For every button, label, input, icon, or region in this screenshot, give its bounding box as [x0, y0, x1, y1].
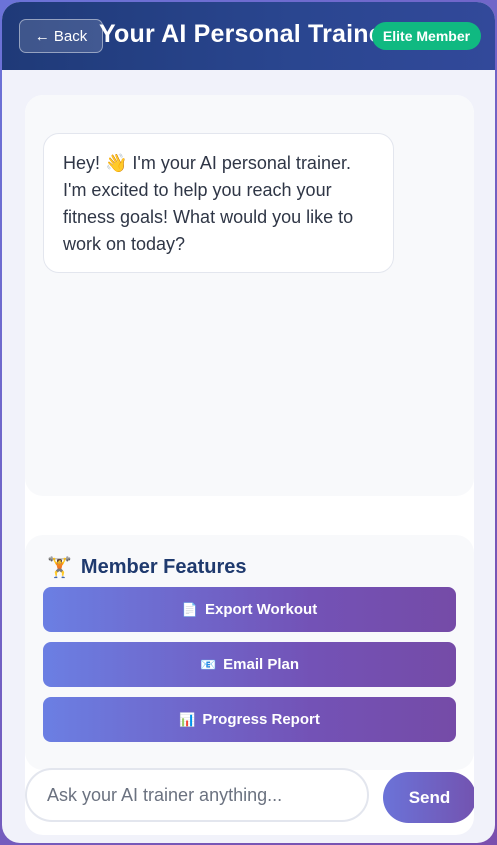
page-title: Your AI Personal Trainer [99, 20, 393, 48]
email-icon: 📧 [199, 656, 217, 672]
features-heading-label: Member Features [80, 556, 247, 578]
bar-chart-icon: 📊 [179, 711, 196, 727]
progress-report-label: Progress Report [202, 711, 320, 728]
app-frame: ← Back Your AI Personal Trainer Elite Me… [2, 2, 495, 843]
email-plan-label: Email Plan [223, 656, 300, 673]
membership-badge: Elite Member [372, 22, 481, 50]
document-icon: 📄 [181, 601, 198, 617]
email-plan-button[interactable]: 📧 Email Plan [43, 642, 456, 687]
back-button[interactable]: ← Back [19, 19, 103, 53]
member-features-panel: 🏋️ Member Features 📄 Export Workout 📧 Em… [25, 535, 474, 770]
progress-report-button[interactable]: 📊 Progress Report [43, 697, 456, 742]
send-button[interactable]: Send [383, 772, 474, 823]
weightlifter-icon: 🏋️ [47, 557, 72, 579]
chat-input[interactable] [25, 768, 369, 822]
features-heading: 🏋️ Member Features [47, 555, 247, 580]
export-workout-button[interactable]: 📄 Export Workout [43, 587, 456, 632]
export-workout-label: Export Workout [204, 601, 318, 618]
chat-messages: Hey! 👋 I'm your AI personal trainer. I'm… [25, 95, 474, 496]
header: ← Back Your AI Personal Trainer Elite Me… [2, 2, 495, 70]
trainer-card: Hey! 👋 I'm your AI personal trainer. I'm… [25, 95, 474, 835]
composer: Send [25, 768, 474, 828]
trainer-message-bubble: Hey! 👋 I'm your AI personal trainer. I'm… [43, 133, 394, 273]
